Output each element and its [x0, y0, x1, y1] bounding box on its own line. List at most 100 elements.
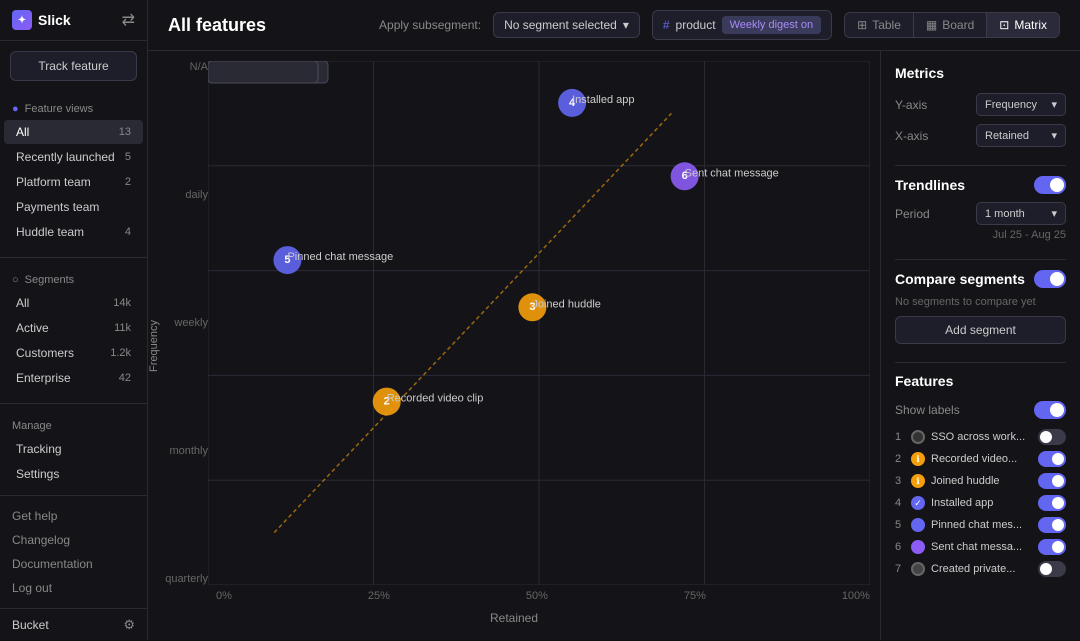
trendlines-toggle[interactable]: [1034, 176, 1066, 194]
no-segments-text: No segments to compare yet: [895, 296, 1066, 308]
sidebar-item-huddle-team-count: 4: [125, 226, 131, 238]
sidebar-item-huddle-team[interactable]: Huddle team 4: [4, 220, 143, 244]
period-label: Period: [895, 207, 930, 221]
feature-item-3: 3 ℹ Joined huddle: [895, 473, 1066, 489]
x-axis-row: X-axis Retained ▾: [895, 124, 1066, 147]
collapse-button[interactable]: ⇄: [122, 10, 135, 30]
compare-segments-toggle[interactable]: [1034, 270, 1066, 288]
feature-toggle-1[interactable]: [1038, 429, 1066, 445]
manage-header: Manage: [0, 416, 147, 436]
segment-select-value: No segment selected: [504, 18, 617, 32]
sidebar-item-recently-launched[interactable]: Recently launched 5: [4, 145, 143, 169]
feature-toggle-4[interactable]: [1038, 495, 1066, 511]
changelog-link[interactable]: Changelog: [0, 528, 147, 552]
feature-dot-7: [911, 562, 925, 576]
period-chevron-icon: ▾: [1051, 207, 1057, 220]
feature-views-header: ● Feature views: [0, 99, 147, 119]
manage-section: Manage Tracking Settings: [0, 408, 147, 495]
get-help-link[interactable]: Get help: [0, 504, 147, 528]
topbar: All features Apply subsegment: No segmen…: [148, 0, 1080, 51]
hash-icon: #: [663, 18, 670, 32]
chevron-down-icon: ▾: [623, 18, 629, 32]
x-tick-0: 0%: [216, 590, 232, 602]
show-labels-toggle[interactable]: [1034, 401, 1066, 419]
sidebar-item-platform-team-count: 2: [125, 176, 131, 188]
x-tick-75: 75%: [684, 590, 706, 602]
tab-matrix-label: Matrix: [1014, 18, 1047, 32]
x-tick-100: 100%: [842, 590, 870, 602]
page-title: All features: [168, 15, 367, 36]
manage-label: Manage: [12, 420, 52, 432]
x-axis-select-value: Retained: [985, 130, 1029, 142]
sidebar-item-platform-team[interactable]: Platform team 2: [4, 170, 143, 194]
compare-segments-title: Compare segments: [895, 271, 1025, 287]
sidebar-segment-active-count: 11k: [114, 322, 131, 334]
app-logo: ✦ Slick: [12, 10, 71, 30]
log-out-link[interactable]: Log out: [0, 576, 147, 600]
sidebar-footer: Get help Changelog Documentation Log out: [0, 495, 147, 608]
svg-text:Installed app: Installed app: [572, 94, 634, 106]
tab-board-label: Board: [942, 18, 974, 32]
sidebar-segment-active[interactable]: Active 11k: [4, 316, 143, 340]
sidebar-item-all[interactable]: All 13: [4, 120, 143, 144]
show-labels-row: Show labels: [895, 401, 1066, 419]
segments-header: ○ Segments: [0, 270, 147, 290]
x-tick-50: 50%: [526, 590, 548, 602]
y-axis-select[interactable]: Frequency ▾: [976, 93, 1066, 116]
right-panel: Metrics Y-axis Frequency ▾ X-axis Retain…: [880, 51, 1080, 640]
tab-board[interactable]: ▦ Board: [914, 13, 987, 37]
sidebar-item-huddle-team-label: Huddle team: [16, 225, 84, 239]
scatter-chart: 4 Installed app 6 Sent chat message 5 Pi…: [208, 61, 870, 585]
y-axis-label: Y-axis: [895, 98, 927, 112]
sidebar-segment-customers[interactable]: Customers 1.2k: [4, 341, 143, 365]
period-select[interactable]: 1 month ▾: [976, 202, 1066, 225]
feature-dot-5: [911, 518, 925, 532]
logo-icon: ✦: [12, 10, 32, 30]
feature-toggle-5[interactable]: [1038, 517, 1066, 533]
view-tabs: ⊞ Table ▦ Board ⊡ Matrix: [844, 12, 1060, 38]
period-date: Jul 25 - Aug 25: [895, 229, 1066, 241]
sidebar-settings[interactable]: Settings: [4, 462, 143, 486]
sidebar-item-recently-launched-count: 5: [125, 151, 131, 163]
sidebar-item-all-label: All: [16, 125, 29, 139]
x-axis-select[interactable]: Retained ▾: [976, 124, 1066, 147]
sidebar-segment-active-label: Active: [16, 321, 49, 335]
feature-name-7: Created private...: [931, 563, 1032, 575]
sidebar-segment-enterprise-count: 42: [119, 372, 131, 384]
sidebar: ✦ Slick ⇄ Track feature ● Feature views …: [0, 0, 148, 640]
y-axis-chevron-icon: ▾: [1051, 98, 1057, 111]
gear-icon[interactable]: ⚙: [123, 617, 135, 633]
sidebar-segment-all[interactable]: All 14k: [4, 291, 143, 315]
feature-item-1: 1 SSO across work...: [895, 429, 1066, 445]
sidebar-item-payments-team[interactable]: Payments team: [4, 195, 143, 219]
sidebar-item-payments-team-label: Payments team: [16, 200, 99, 214]
add-segment-button[interactable]: Add segment: [895, 316, 1066, 344]
sidebar-tracking[interactable]: Tracking: [4, 437, 143, 461]
feature-item-5: 5 Pinned chat mes...: [895, 517, 1066, 533]
feature-name-1: SSO across work...: [931, 431, 1032, 443]
tab-table[interactable]: ⊞ Table: [845, 13, 914, 37]
feature-toggle-2[interactable]: [1038, 451, 1066, 467]
feature-item-2: 2 ℹ Recorded video...: [895, 451, 1066, 467]
feature-toggle-3[interactable]: [1038, 473, 1066, 489]
tab-matrix[interactable]: ⊡ Matrix: [987, 13, 1059, 37]
documentation-link[interactable]: Documentation: [0, 552, 147, 576]
sidebar-segment-enterprise[interactable]: Enterprise 42: [4, 366, 143, 390]
period-row: Period 1 month ▾: [895, 202, 1066, 225]
y-axis-title: Frequency: [148, 320, 162, 372]
x-axis-ticks: 0% 25% 50% 75% 100%: [216, 590, 870, 602]
svg-text:Recorded video clip: Recorded video clip: [387, 393, 484, 405]
segment-select[interactable]: No segment selected ▾: [493, 12, 640, 38]
feature-toggle-6[interactable]: [1038, 539, 1066, 555]
feature-toggle-7[interactable]: [1038, 561, 1066, 577]
feature-views-label: Feature views: [25, 103, 93, 115]
y-axis-labels: N/A daily weekly monthly quarterly: [160, 61, 208, 585]
segments-label: Segments: [25, 274, 75, 286]
y-axis-row: Y-axis Frequency ▾: [895, 93, 1066, 116]
feature-name-6: Sent chat messa...: [931, 541, 1032, 553]
x-axis-label: X-axis: [895, 129, 928, 143]
feature-dot-2: ℹ: [911, 452, 925, 466]
feature-name-3: Joined huddle: [931, 475, 1032, 487]
svg-text:Joined huddle: Joined huddle: [532, 298, 601, 310]
track-feature-button[interactable]: Track feature: [10, 51, 137, 81]
